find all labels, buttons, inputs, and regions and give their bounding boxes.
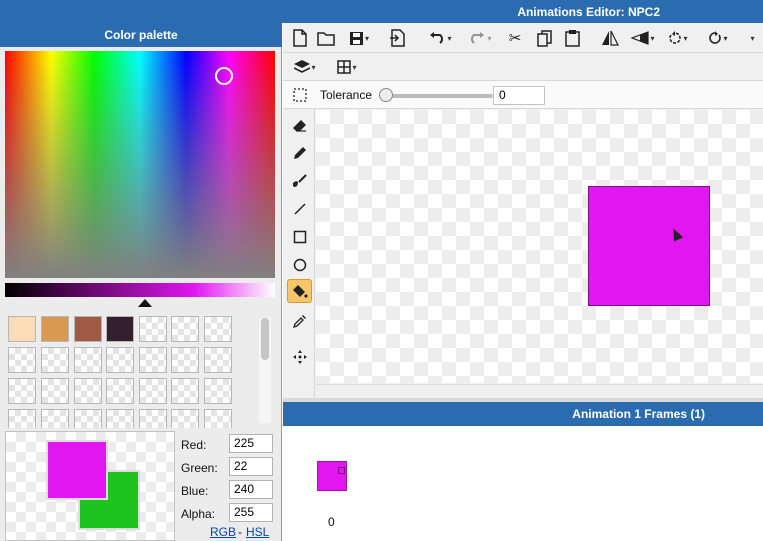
link-separator: - (238, 525, 242, 539)
eyedropper-icon[interactable] (287, 309, 312, 333)
alpha-input[interactable]: 255 (229, 503, 273, 522)
open-folder-icon[interactable] (315, 27, 337, 49)
swatch-empty[interactable] (139, 378, 167, 404)
swatch-4[interactable] (106, 316, 134, 342)
color-palette-header: Color palette (0, 23, 282, 47)
main-toolbar: ▾ ▾ ▾ ✂ ▾ ▾ ▾ ▾ (283, 23, 763, 53)
editor-area: ▾ ▾ ▾ ✂ ▾ ▾ ▾ ▾ ▾ ▾ Tolerance 0 (283, 23, 763, 398)
frame-number: 0 (328, 515, 335, 529)
blue-label: Blue: (181, 484, 209, 498)
swatch-empty[interactable] (171, 347, 199, 373)
title-bar: Animations Editor: NPC2 (0, 0, 763, 23)
swatch-empty[interactable] (41, 347, 69, 373)
frames-header: Animation 1 Frames (1) (283, 402, 763, 426)
hsl-link[interactable]: HSL (246, 525, 269, 539)
tolerance-value[interactable]: 0 (493, 86, 545, 105)
swatch-empty[interactable] (139, 316, 167, 342)
rectangle-icon[interactable] (287, 225, 312, 249)
paste-icon[interactable] (561, 27, 583, 49)
color-spectrum[interactable] (5, 51, 275, 278)
redo-icon[interactable]: ▾ (464, 27, 496, 49)
swatch-scrollbar[interactable] (259, 318, 271, 423)
swatch-empty[interactable] (204, 378, 232, 404)
frame-thumbnail[interactable] (317, 461, 347, 491)
blue-input[interactable]: 240 (229, 480, 273, 499)
flip-vertical-icon[interactable]: ▾ (627, 27, 659, 49)
swatch-empty[interactable] (8, 378, 36, 404)
rotate-right-icon[interactable]: ▾ (703, 27, 733, 49)
hue-slider[interactable] (5, 283, 275, 297)
tolerance-slider-knob[interactable] (379, 88, 393, 102)
swatch-empty[interactable] (106, 409, 134, 428)
swatch-empty[interactable] (204, 347, 232, 373)
swatch-empty[interactable] (41, 409, 69, 428)
window-title: Animations Editor: NPC2 (517, 5, 660, 19)
grid-icon[interactable]: ▾ (331, 56, 363, 78)
frames-panel: 0 (283, 426, 763, 541)
move-icon[interactable] (287, 345, 312, 369)
secondary-toolbar: ▾ ▾ (283, 53, 763, 81)
swatch-3[interactable] (74, 316, 102, 342)
swatch-empty[interactable] (204, 316, 232, 342)
rotate-left-icon[interactable]: ▾ (663, 27, 693, 49)
drawing-canvas[interactable] (316, 110, 763, 383)
select-icon[interactable] (287, 83, 312, 107)
swatch-empty[interactable] (74, 347, 102, 373)
eraser-icon[interactable] (287, 113, 312, 137)
swatch-empty[interactable] (8, 347, 36, 373)
swatch-empty[interactable] (171, 409, 199, 428)
tolerance-label: Tolerance (320, 88, 373, 102)
swatch-empty[interactable] (41, 378, 69, 404)
swatch-1[interactable] (8, 316, 36, 342)
swatch-empty[interactable] (171, 316, 199, 342)
swatch-grid (0, 310, 282, 428)
red-input[interactable]: 225 (229, 434, 273, 453)
green-label: Green: (181, 461, 218, 475)
line-icon[interactable] (287, 197, 312, 221)
ellipse-icon[interactable] (287, 253, 312, 277)
layers-icon[interactable]: ▾ (289, 56, 321, 78)
frames-title: Animation 1 Frames (1) (572, 407, 705, 421)
green-input[interactable]: 22 (229, 457, 273, 476)
tool-column (283, 109, 315, 398)
pencil-icon[interactable] (287, 141, 312, 165)
save-icon[interactable]: ▾ (344, 27, 374, 49)
red-label: Red: (181, 438, 207, 452)
sprite-square (588, 186, 710, 306)
new-file-icon[interactable] (289, 27, 311, 49)
swatch-empty[interactable] (139, 409, 167, 428)
color-preview (5, 431, 175, 541)
swatch-empty[interactable] (74, 409, 102, 428)
overflow-chevron-icon[interactable]: ▾ (741, 27, 763, 49)
export-icon[interactable] (386, 27, 408, 49)
swatch-2[interactable] (41, 316, 69, 342)
swatch-empty[interactable] (106, 378, 134, 404)
color-palette-panel: Color palette Red: 225 Green: 22 Blue: 2… (0, 23, 282, 541)
brush-icon[interactable] (287, 169, 312, 193)
canvas-scrollbar[interactable] (316, 384, 763, 398)
swatch-empty[interactable] (74, 378, 102, 404)
primary-color[interactable] (46, 440, 108, 500)
tolerance-row: Tolerance 0 (283, 81, 763, 109)
alpha-label: Alpha: (181, 507, 216, 521)
frame-thumbnail-marker (338, 467, 345, 474)
fill-bucket-icon[interactable] (287, 279, 312, 303)
scrollbar-thumb[interactable] (261, 318, 269, 360)
hue-slider-marker[interactable] (138, 299, 152, 307)
copy-icon[interactable] (533, 27, 555, 49)
swatch-empty[interactable] (8, 409, 36, 428)
rgb-link[interactable]: RGB (210, 525, 236, 539)
tolerance-slider-track[interactable] (385, 94, 493, 98)
swatch-empty[interactable] (204, 409, 232, 428)
flip-horizontal-icon[interactable] (599, 27, 621, 49)
undo-icon[interactable]: ▾ (424, 27, 456, 49)
swatch-empty[interactable] (139, 347, 167, 373)
color-picker-handle[interactable] (215, 67, 233, 85)
swatch-empty[interactable] (171, 378, 199, 404)
cut-icon[interactable]: ✂ (504, 27, 526, 49)
swatch-empty[interactable] (106, 347, 134, 373)
